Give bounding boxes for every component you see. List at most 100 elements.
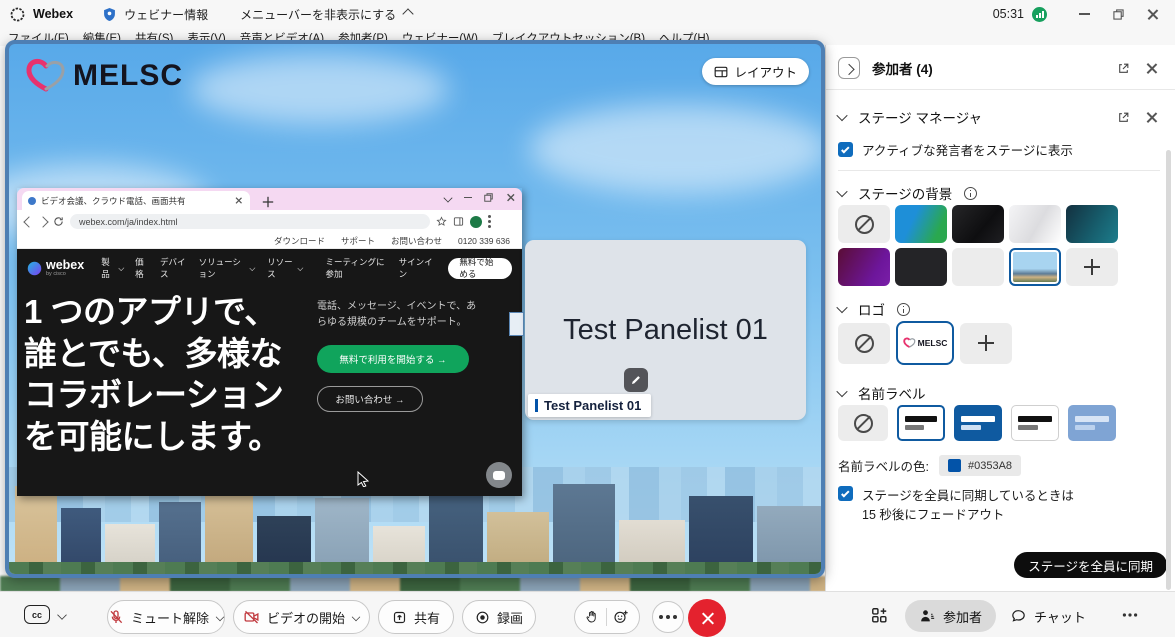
bg-option-purple[interactable] bbox=[838, 248, 890, 286]
restore-button[interactable] bbox=[1105, 4, 1131, 24]
layout-button[interactable]: レイアウト bbox=[702, 58, 809, 85]
nav-join-meeting[interactable]: ミーティングに参加 bbox=[325, 256, 387, 280]
label-option-accent-selected[interactable] bbox=[897, 405, 945, 441]
chat-bubble-icon bbox=[1010, 608, 1027, 624]
edit-label-button[interactable] bbox=[624, 368, 648, 392]
site-logo[interactable]: webexby cisco bbox=[27, 259, 84, 277]
bg-option-none[interactable] bbox=[838, 205, 890, 243]
bg-option-light[interactable] bbox=[1009, 205, 1061, 243]
browser-close-icon[interactable] bbox=[507, 194, 515, 202]
close-window-button[interactable] bbox=[1139, 4, 1165, 24]
bg-option-black[interactable] bbox=[895, 248, 947, 286]
browser-kebab-icon[interactable] bbox=[488, 220, 491, 223]
label-color-picker[interactable]: #0353A8 bbox=[939, 455, 1021, 476]
browser-menu-chevron-icon[interactable] bbox=[443, 193, 452, 202]
record-button[interactable]: 録画 bbox=[462, 600, 536, 634]
label-option-none[interactable] bbox=[838, 405, 888, 441]
browser-tab[interactable]: ビデオ会議、クラウド電話、画面共有 bbox=[22, 191, 250, 210]
start-video-button[interactable]: ビデオの開始 bbox=[233, 600, 370, 634]
browser-avatar[interactable] bbox=[470, 216, 482, 228]
webinar-info-button[interactable]: ウェビナー情報 bbox=[124, 6, 208, 23]
bg-option-add[interactable] bbox=[1066, 248, 1118, 286]
logo-option-none[interactable] bbox=[838, 323, 890, 364]
hero-side-column: 電話、メッセージ、イベントで、あらゆる規模のチームをサポート。 無料で利用を開始… bbox=[317, 299, 513, 412]
reactions-button[interactable] bbox=[574, 600, 640, 634]
share-label: 共有 bbox=[414, 608, 440, 627]
reload-icon[interactable] bbox=[53, 216, 64, 227]
chat-widget-icon[interactable] bbox=[486, 462, 512, 488]
chevron-down-icon[interactable] bbox=[216, 613, 224, 621]
meeting-toolbar: cc ミュート解除 ビデオの開始 共有 録画 参加者 チャット bbox=[0, 591, 1175, 637]
chat-toggle-button[interactable]: チャット bbox=[1010, 600, 1086, 632]
webex-site-logo-icon bbox=[27, 261, 42, 276]
hide-menubar-button[interactable]: メニューバーを非表示にする bbox=[240, 6, 396, 23]
back-icon[interactable] bbox=[23, 216, 34, 227]
show-active-speaker-label: アクティブな発言者をステージに表示 bbox=[862, 140, 1073, 159]
browser-restore-icon[interactable] bbox=[484, 193, 493, 202]
free-start-button[interactable]: 無料で始める bbox=[448, 258, 512, 279]
close-panel-icon[interactable] bbox=[1146, 63, 1157, 74]
bg-option-city-selected[interactable] bbox=[1009, 248, 1061, 286]
captions-button[interactable]: cc bbox=[24, 605, 66, 624]
bg-option-gray[interactable] bbox=[952, 248, 1004, 286]
nav-signin[interactable]: サインイン bbox=[399, 256, 434, 280]
sync-stage-button[interactable]: ステージを全員に同期 bbox=[1014, 552, 1167, 578]
connection-quality-icon[interactable] bbox=[1032, 7, 1047, 22]
panel-scrollbar[interactable] bbox=[1166, 150, 1171, 590]
webex-site-page: webexby cisco 製品 価格 デバイス ソリューション リソース ミー… bbox=[17, 249, 522, 496]
link-download[interactable]: ダウンロード bbox=[274, 235, 325, 247]
unmute-button[interactable]: ミュート解除 bbox=[107, 600, 225, 634]
melsc-heart-icon bbox=[903, 337, 916, 349]
share-button[interactable]: 共有 bbox=[378, 600, 454, 634]
collapse-name-label-icon[interactable] bbox=[836, 386, 847, 397]
nav-products[interactable]: 製品 bbox=[101, 256, 124, 280]
melsc-heart-icon bbox=[25, 58, 67, 94]
sidebar-icon[interactable] bbox=[453, 216, 464, 227]
start-free-button[interactable]: 無料で利用を開始する → bbox=[317, 345, 469, 373]
participants-toggle-button[interactable]: 参加者 bbox=[905, 600, 996, 632]
link-phone[interactable]: 0120 339 636 bbox=[458, 236, 510, 246]
bg-option-teal[interactable] bbox=[1066, 205, 1118, 243]
nav-devices[interactable]: デバイス bbox=[160, 256, 188, 280]
nav-resources[interactable]: リソース bbox=[267, 256, 303, 280]
panelist-video-tile[interactable]: Test Panelist 01 bbox=[525, 240, 806, 420]
chevron-down-icon[interactable] bbox=[352, 613, 360, 621]
popout-icon[interactable] bbox=[1117, 111, 1130, 124]
more-options-button[interactable] bbox=[652, 601, 684, 633]
collapse-background-icon[interactable] bbox=[836, 186, 847, 197]
close-section-icon[interactable] bbox=[1146, 112, 1157, 123]
toolbar-more-icon[interactable] bbox=[1128, 613, 1131, 616]
nav-pricing[interactable]: 価格 bbox=[135, 256, 149, 280]
browser-minimize-icon[interactable] bbox=[464, 197, 472, 199]
background-info-icon[interactable] bbox=[964, 187, 977, 200]
bookmark-star-icon[interactable] bbox=[436, 216, 447, 227]
contact-button[interactable]: お問い合わせ → bbox=[317, 386, 423, 412]
stage-resize-handle[interactable] bbox=[509, 312, 524, 336]
logo-option-add[interactable] bbox=[960, 323, 1012, 364]
chevron-up-icon[interactable] bbox=[402, 8, 413, 19]
collapse-logo-icon[interactable] bbox=[836, 302, 847, 313]
logo-option-melsc-selected[interactable]: MELSC bbox=[896, 321, 954, 365]
link-contact[interactable]: お問い合わせ bbox=[391, 235, 442, 247]
show-active-speaker-checkbox[interactable] bbox=[838, 142, 853, 157]
apps-icon[interactable] bbox=[870, 606, 889, 625]
label-option-blue[interactable] bbox=[954, 405, 1002, 441]
logo-info-icon[interactable] bbox=[897, 303, 910, 316]
link-support[interactable]: サポート bbox=[341, 235, 375, 247]
forward-icon[interactable] bbox=[37, 216, 48, 227]
url-field[interactable]: webex.com/ja/index.html bbox=[70, 214, 430, 229]
bg-option-dark-wave[interactable] bbox=[952, 205, 1004, 243]
label-option-lightblue[interactable] bbox=[1068, 405, 1116, 441]
minimize-button[interactable] bbox=[1071, 4, 1097, 24]
collapse-section-icon[interactable] bbox=[836, 110, 847, 121]
collapse-panel-button[interactable] bbox=[838, 57, 860, 79]
stage-brand-text: MELSC bbox=[73, 59, 183, 93]
bg-option-blue-green[interactable] bbox=[895, 205, 947, 243]
label-option-white[interactable] bbox=[1011, 405, 1059, 441]
tab-close-icon[interactable] bbox=[235, 197, 242, 204]
leave-meeting-button[interactable] bbox=[688, 599, 726, 637]
sync-fadeout-checkbox[interactable] bbox=[838, 486, 853, 501]
new-tab-button[interactable] bbox=[263, 197, 273, 207]
popout-icon[interactable] bbox=[1117, 62, 1130, 75]
nav-solutions[interactable]: ソリューション bbox=[199, 256, 256, 280]
